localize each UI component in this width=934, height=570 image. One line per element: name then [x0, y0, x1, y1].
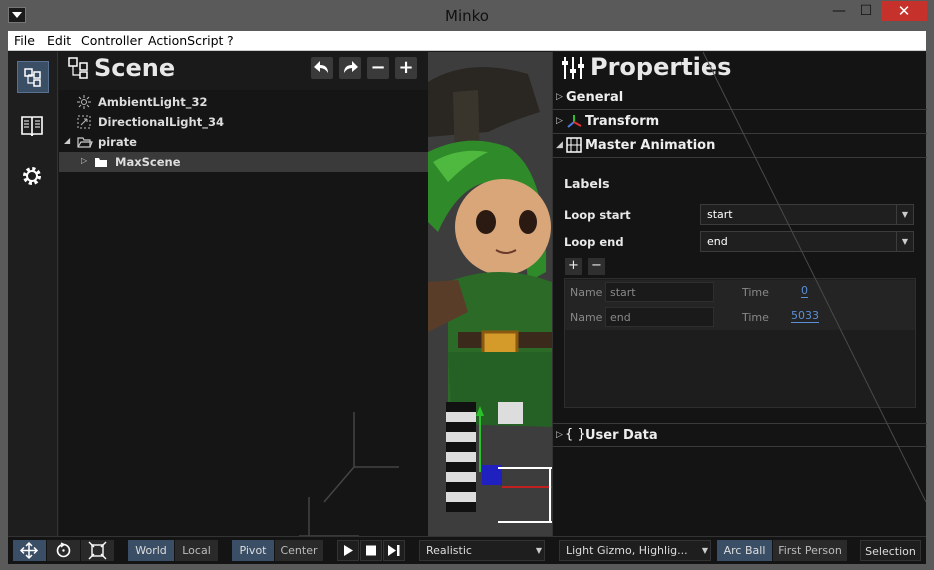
- undo-icon: [314, 61, 328, 73]
- folder-icon: [95, 158, 107, 167]
- tree-item-maxscene[interactable]: ▷ MaxScene: [59, 152, 428, 172]
- menu-controller[interactable]: Controller: [81, 33, 143, 48]
- remove-label-button[interactable]: −: [588, 258, 605, 275]
- step-button[interactable]: [383, 540, 405, 561]
- braces-icon: { }: [565, 427, 586, 442]
- chevron-down-icon: ▼: [701, 546, 708, 555]
- settings-gear-icon[interactable]: [17, 161, 47, 191]
- stop-icon: [366, 545, 376, 556]
- scale-tool-button[interactable]: [81, 540, 114, 561]
- render-mode-value: Realistic: [426, 544, 472, 557]
- section-label: General: [566, 90, 624, 105]
- collapsed-arrow-icon: ▷: [556, 92, 563, 102]
- section-label: Master Animation: [585, 138, 716, 153]
- tree-item-label: AmbientLight_32: [98, 95, 208, 109]
- move-arrows-icon: [19, 541, 39, 560]
- tool-strip: [8, 52, 58, 536]
- film-icon: [566, 137, 582, 153]
- arcball-camera-button[interactable]: Arc Ball: [717, 540, 772, 561]
- section-label: Transform: [585, 114, 660, 129]
- redo-button[interactable]: [339, 57, 361, 79]
- close-button[interactable]: ✕: [881, 1, 927, 21]
- name-label: Name: [570, 286, 603, 299]
- scale-icon: [88, 541, 107, 560]
- properties-sliders-icon: [562, 57, 584, 79]
- play-button[interactable]: [337, 540, 359, 561]
- 3d-viewport[interactable]: [428, 52, 552, 536]
- window-border-left: [0, 31, 8, 570]
- step-forward-icon: [388, 545, 400, 556]
- gizmo-options-select[interactable]: Light Gizmo, Highlig... ▼: [559, 540, 711, 561]
- bottom-toolbar: World Local Pivot Center Realistic ▼ Lig…: [8, 536, 926, 564]
- pirate-character-render: [428, 52, 552, 536]
- properties-panel: Properties ▷ General ▷ Transform ◢ Maste…: [552, 52, 927, 536]
- minimize-button[interactable]: —: [826, 1, 852, 21]
- add-label-button[interactable]: +: [565, 258, 582, 275]
- gizmo-options-value: Light Gizmo, Highlig...: [566, 544, 688, 557]
- viewport-grid-lines: [299, 412, 399, 536]
- window-border-bottom: [0, 564, 934, 570]
- stop-button[interactable]: [360, 540, 382, 561]
- collapsed-arrow-icon: ▷: [556, 116, 563, 126]
- name-label: Name: [570, 311, 603, 324]
- center-button[interactable]: Center: [275, 540, 323, 561]
- chevron-down-icon: ▼: [535, 546, 542, 555]
- tree-item-pirate[interactable]: ◢ pirate: [59, 132, 428, 152]
- redo-icon: [344, 61, 358, 73]
- tree-item-ambientlight[interactable]: AmbientLight_32: [59, 92, 428, 112]
- pivot-button[interactable]: Pivot: [232, 540, 274, 561]
- window-border-right: [926, 31, 934, 570]
- play-icon: [344, 545, 353, 556]
- loop-start-label: Loop start: [564, 208, 631, 222]
- window-title: Minko: [445, 7, 489, 25]
- folder-open-icon: [77, 137, 93, 148]
- menu-actionscript[interactable]: ActionScript: [148, 33, 223, 48]
- collapsed-arrow-icon[interactable]: ▷: [81, 156, 87, 165]
- local-space-button[interactable]: Local: [175, 540, 218, 561]
- labels-heading: Labels: [564, 176, 610, 191]
- menu-edit[interactable]: Edit: [47, 33, 71, 48]
- collapsed-arrow-icon: ▷: [556, 430, 563, 440]
- expanded-arrow-icon: ◢: [556, 140, 563, 150]
- remove-node-button[interactable]: −: [367, 57, 389, 79]
- scene-header: Scene − +: [59, 52, 428, 90]
- library-icon[interactable]: [17, 111, 47, 141]
- expanded-arrow-icon[interactable]: ◢: [64, 136, 70, 145]
- first-person-camera-button[interactable]: First Person: [773, 540, 847, 561]
- menu-file[interactable]: File: [14, 33, 35, 48]
- add-node-button[interactable]: +: [395, 57, 417, 79]
- rotate-icon: [56, 542, 71, 558]
- scene-graph-icon[interactable]: [17, 61, 49, 93]
- maximize-button[interactable]: ☐: [852, 1, 880, 21]
- label-name-field[interactable]: end: [605, 307, 714, 327]
- tree-item-label: DirectionalLight_34: [98, 115, 224, 129]
- render-mode-select[interactable]: Realistic ▼: [419, 540, 545, 561]
- loop-end-label: Loop end: [564, 235, 624, 249]
- rotate-tool-button[interactable]: [47, 540, 80, 561]
- tree-item-directionallight[interactable]: DirectionalLight_34: [59, 112, 428, 132]
- world-space-button[interactable]: World: [128, 540, 174, 561]
- tree-item-label: pirate: [98, 135, 137, 149]
- menu-bar: File Edit Controller ActionScript ?: [8, 31, 926, 51]
- tree-item-label: MaxScene: [115, 155, 181, 169]
- scene-graph-icon: [68, 57, 88, 79]
- ambient-light-icon: [77, 95, 91, 109]
- translate-tool-button[interactable]: [13, 540, 46, 561]
- transform-axes-icon: [567, 115, 582, 128]
- directional-light-icon: [77, 115, 91, 129]
- scene-title: Scene: [94, 54, 176, 82]
- viewport-background-line: [703, 52, 926, 502]
- undo-button[interactable]: [311, 57, 333, 79]
- label-name-field[interactable]: start: [605, 282, 714, 302]
- selection-button[interactable]: Selection: [860, 540, 921, 561]
- menu-help[interactable]: ?: [227, 33, 234, 48]
- scene-panel: Scene − + AmbientLight_32 DirectionalLig…: [59, 52, 428, 536]
- section-label: User Data: [585, 428, 658, 443]
